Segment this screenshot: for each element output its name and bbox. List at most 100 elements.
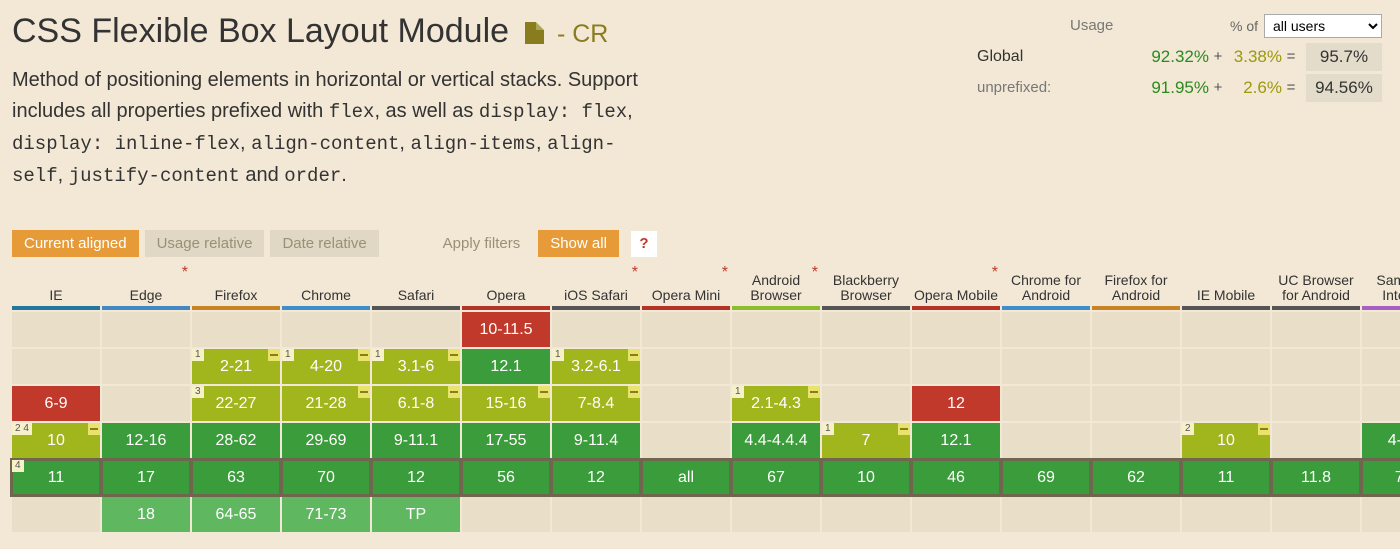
version-cell[interactable]: 12.1 xyxy=(462,349,550,384)
show-all-button[interactable]: Show all xyxy=(538,230,619,257)
version-cell[interactable]: 4-6.2 xyxy=(1362,423,1400,458)
asterisk-icon: * xyxy=(182,265,188,280)
browser-header[interactable]: Safari xyxy=(372,269,460,306)
browser-column: IE 6-9102 4114 xyxy=(12,269,100,532)
version-cell[interactable]: 21-28 xyxy=(282,386,370,421)
browser-header[interactable]: Firefox for Android xyxy=(1092,269,1180,306)
version-cell[interactable]: 3.1-61 xyxy=(372,349,460,384)
version-cell[interactable]: 4-201 xyxy=(282,349,370,384)
browser-header[interactable]: Edge* xyxy=(102,269,190,306)
version-cell[interactable]: 70 xyxy=(282,460,370,495)
version-cell[interactable]: 63 xyxy=(192,460,280,495)
prefix-flag-icon xyxy=(538,386,550,398)
browser-color-bar xyxy=(822,306,910,310)
version-cell[interactable]: 17-55 xyxy=(462,423,550,458)
browser-column: Safari 3.1-616.1-89-11.112TP xyxy=(372,269,460,532)
browser-color-bar xyxy=(12,306,100,310)
version-cell[interactable]: 56 xyxy=(462,460,550,495)
prefix-flag-icon xyxy=(358,386,370,398)
spec-doc-icon xyxy=(525,22,544,44)
browser-header[interactable]: Opera Mini* xyxy=(642,269,730,306)
browser-header[interactable]: IE xyxy=(12,269,100,306)
version-cell[interactable]: 12 xyxy=(552,460,640,495)
version-cell[interactable]: 7.2 xyxy=(1362,460,1400,495)
browser-header[interactable]: Opera xyxy=(462,269,550,306)
version-cell[interactable]: 11 xyxy=(1182,460,1270,495)
browser-header[interactable]: IE Mobile xyxy=(1182,269,1270,306)
version-cell[interactable]: 10 xyxy=(822,460,910,495)
version-cell[interactable]: 7-8.4 xyxy=(552,386,640,421)
prefix-flag-icon xyxy=(898,423,910,435)
browser-column: Android Browser* 2.1-4.314.4-4.4.467 xyxy=(732,269,820,532)
browser-header[interactable]: Firefox xyxy=(192,269,280,306)
tab-usage-relative[interactable]: Usage relative xyxy=(145,230,265,257)
version-cell[interactable]: 64-65 xyxy=(192,497,280,532)
version-cell[interactable]: 12-16 xyxy=(102,423,190,458)
version-cell[interactable]: 12 xyxy=(912,386,1000,421)
footnote-badge: 1 xyxy=(732,386,744,398)
version-cell[interactable]: 28-62 xyxy=(192,423,280,458)
version-cell[interactable]: 12 xyxy=(372,460,460,495)
asterisk-icon: * xyxy=(992,265,998,280)
version-cell[interactable]: 17 xyxy=(102,460,190,495)
version-cell[interactable]: 46 xyxy=(912,460,1000,495)
version-cell[interactable]: 9-11.4 xyxy=(552,423,640,458)
version-cell[interactable]: 71 xyxy=(822,423,910,458)
version-cell[interactable]: 22-273 xyxy=(192,386,280,421)
browser-header[interactable]: iOS Safari* xyxy=(552,269,640,306)
help-button[interactable]: ? xyxy=(631,231,657,257)
version-cell[interactable]: 71-73 xyxy=(282,497,370,532)
browser-header[interactable]: UC Browser for Android xyxy=(1272,269,1360,306)
version-cell[interactable]: 62 xyxy=(1092,460,1180,495)
version-cell[interactable]: 11.8 xyxy=(1272,460,1360,495)
browser-header[interactable]: Chrome xyxy=(282,269,370,306)
prefix-flag-icon xyxy=(448,349,460,361)
browser-color-bar xyxy=(1362,306,1400,310)
version-cell[interactable]: 2.1-4.31 xyxy=(732,386,820,421)
tab-date-relative[interactable]: Date relative xyxy=(270,230,378,257)
tab-current-aligned[interactable]: Current aligned xyxy=(12,230,139,257)
prefix-flag-icon xyxy=(268,349,280,361)
version-cell[interactable]: 6-9 xyxy=(12,386,100,421)
browser-column: Firefox 2-21122-27328-626364-65 xyxy=(192,269,280,532)
version-cell[interactable]: 102 xyxy=(1182,423,1270,458)
footnote-badge: 2 4 xyxy=(12,423,32,435)
support-grid: IE6-9102 4114Edge*12-161718Firefox2-2112… xyxy=(12,269,1382,532)
version-cell[interactable]: 6.1-8 xyxy=(372,386,460,421)
unprefixed-total-pct: 94.56% xyxy=(1306,74,1382,102)
version-cell[interactable]: 4.4-4.4.4 xyxy=(732,423,820,458)
feature-description: Method of positioning elements in horizo… xyxy=(12,65,652,192)
browser-color-bar xyxy=(102,306,190,310)
version-cell[interactable]: 10-11.5 xyxy=(462,312,550,347)
global-partial-pct: 3.38% xyxy=(1227,47,1282,67)
version-cell[interactable]: 12.1 xyxy=(912,423,1000,458)
browser-header[interactable]: Samsung Internet xyxy=(1362,269,1400,306)
prefix-flag-icon xyxy=(448,386,460,398)
browser-color-bar xyxy=(282,306,370,310)
version-cell[interactable]: 15-16 xyxy=(462,386,550,421)
footnote-badge: 1 xyxy=(372,349,384,361)
pctof-label: % of xyxy=(1230,18,1258,34)
version-cell[interactable]: 9-11.1 xyxy=(372,423,460,458)
browser-header[interactable]: Opera Mobile* xyxy=(912,269,1000,306)
version-cell[interactable]: TP xyxy=(372,497,460,532)
version-cell[interactable]: 114 xyxy=(12,460,100,495)
browser-header[interactable]: Chrome for Android xyxy=(1002,269,1090,306)
browser-header[interactable]: Blackberry Browser xyxy=(822,269,910,306)
version-cell[interactable]: 18 xyxy=(102,497,190,532)
version-cell[interactable]: 102 4 xyxy=(12,423,100,458)
footnote-badge: 1 xyxy=(192,349,204,361)
browser-color-bar xyxy=(912,306,1000,310)
footnote-badge: 2 xyxy=(1182,423,1194,435)
version-cell[interactable]: 29-69 xyxy=(282,423,370,458)
version-cell[interactable]: 67 xyxy=(732,460,820,495)
browser-header[interactable]: Android Browser* xyxy=(732,269,820,306)
apply-filters-button[interactable]: Apply filters xyxy=(431,230,533,257)
usage-scope-select[interactable]: all users xyxy=(1264,14,1382,38)
version-cell[interactable]: 3.2-6.11 xyxy=(552,349,640,384)
prefix-flag-icon xyxy=(88,423,100,435)
version-cell[interactable]: 69 xyxy=(1002,460,1090,495)
version-cell[interactable]: all xyxy=(642,460,730,495)
asterisk-icon: * xyxy=(812,265,818,280)
version-cell[interactable]: 2-211 xyxy=(192,349,280,384)
